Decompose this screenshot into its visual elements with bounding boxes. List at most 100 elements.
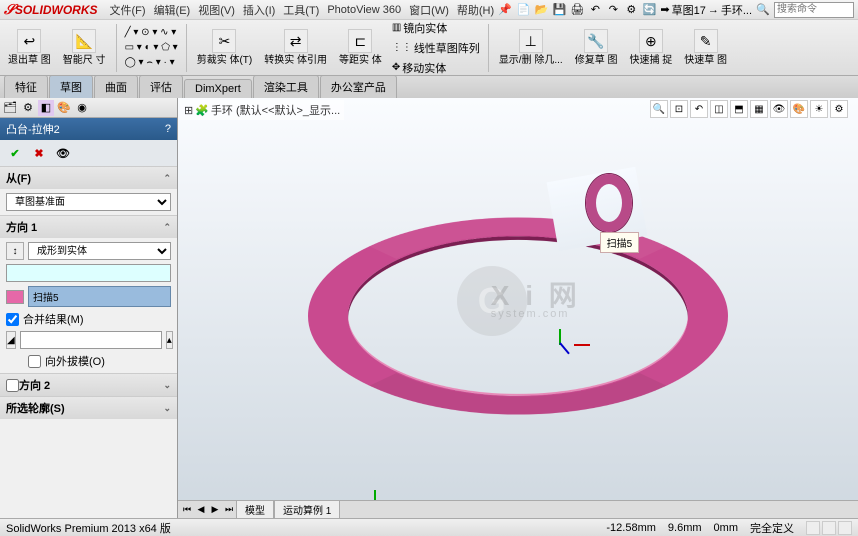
trim-button[interactable]: ✂剪裁实 体(T) <box>193 27 257 68</box>
tab-model[interactable]: 模型 <box>236 500 274 518</box>
dir1-type-select[interactable]: 成形到实体 <box>28 242 171 260</box>
cancel-button[interactable]: ✖ <box>30 144 48 162</box>
tab-prev-icon[interactable]: ◀ <box>194 504 208 515</box>
dir2-checkbox[interactable] <box>6 379 19 392</box>
from-plane-select[interactable]: 草图基准面 <box>6 193 171 211</box>
decals-icon[interactable]: ◉ <box>74 100 90 116</box>
tab-next-icon[interactable]: ▶ <box>208 504 222 515</box>
rebuild-icon[interactable]: 🔄 <box>642 3 656 17</box>
menu-tools[interactable]: 工具(T) <box>279 0 323 20</box>
breadcrumb-item[interactable]: 手环... <box>721 2 752 18</box>
spinner-up-icon[interactable]: ▴ <box>166 331 173 349</box>
menu-insert[interactable]: 插入(I) <box>239 0 279 20</box>
outward-checkbox[interactable] <box>28 355 41 368</box>
feature-tree-icon[interactable]: 🗂 <box>2 100 18 116</box>
rapid-sketch-button[interactable]: ✎快速草 图 <box>680 27 731 68</box>
appearance-vp-icon[interactable]: 🎨 <box>790 100 808 118</box>
config-icon[interactable]: ⚙ <box>20 100 36 116</box>
dir2-header[interactable]: 方向 2⌄ <box>0 374 177 396</box>
convert-button[interactable]: ⇄转换实 体引用 <box>260 27 331 68</box>
zoom-area-icon[interactable]: ⊡ <box>670 100 688 118</box>
merge-checkbox[interactable] <box>6 313 19 326</box>
help-icon[interactable]: ? <box>165 123 171 135</box>
prev-view-icon[interactable]: ↶ <box>690 100 708 118</box>
move-button[interactable]: ✥ 移动实体 <box>390 59 482 77</box>
redo-icon[interactable]: ↷ <box>606 3 620 17</box>
new-icon[interactable]: 📄 <box>516 3 530 17</box>
menu-file[interactable]: 文件(F) <box>106 0 150 20</box>
menu-edit[interactable]: 编辑(E) <box>150 0 195 20</box>
search-input[interactable] <box>774 2 854 18</box>
pin-icon[interactable]: 📌 <box>498 3 512 17</box>
status-icon-2[interactable] <box>822 521 836 535</box>
display-style-icon[interactable]: ▦ <box>750 100 768 118</box>
viewport-tree[interactable]: ⊞ 🧩 手环 (默认<<默认>_显示... <box>180 100 344 120</box>
viewport[interactable]: ⊞ 🧩 手环 (默认<<默认>_显示... 🔍 ⊡ ↶ ◫ ⬒ ▦ 👁 🎨 ☀ … <box>178 98 858 518</box>
undo-icon[interactable]: ↶ <box>588 3 602 17</box>
tab-first-icon[interactable]: ⏮ <box>180 504 194 515</box>
status-z: 0mm <box>714 522 738 534</box>
line-tool[interactable]: ╱ ▾ ⊙ ▾ ∿ ▾ <box>123 26 180 39</box>
chevron-down-icon: ⌄ <box>163 403 171 414</box>
breadcrumb-item[interactable]: 草图17 <box>672 2 706 18</box>
mirror-button[interactable]: ▥ 镜向实体 <box>390 19 482 37</box>
watermark-sub: system.com <box>491 308 570 320</box>
rect-tool[interactable]: ▭ ▾ ◐ ▾ ⬠ ▾ <box>123 41 180 54</box>
menu-view[interactable]: 视图(V) <box>194 0 239 20</box>
feature-title: 凸台-拉伸2 <box>6 121 60 137</box>
tab-sketch[interactable]: 草图 <box>49 75 93 98</box>
tab-last-icon[interactable]: ⏭ <box>222 504 236 515</box>
chevron-up-icon: ⌃ <box>163 173 171 184</box>
appearance-icon[interactable]: 🎨 <box>56 100 72 116</box>
menu-photoview[interactable]: PhotoView 360 <box>323 2 405 18</box>
tab-evaluate[interactable]: 评估 <box>139 75 183 98</box>
arrow-icon: ➡ <box>660 3 669 16</box>
linear-pattern-button[interactable]: ⋮⋮ 线性草图阵列 <box>390 39 482 57</box>
status-icon-3[interactable] <box>838 521 852 535</box>
print-icon[interactable]: 🖨 <box>570 3 584 17</box>
contours-header[interactable]: 所选轮廓(S)⌄ <box>0 397 177 419</box>
menu-window[interactable]: 窗口(W) <box>405 0 453 20</box>
merge-label: 合并结果(M) <box>23 311 84 327</box>
ok-button[interactable]: ✔ <box>6 144 24 162</box>
display-delete-button[interactable]: ⊥显示/删 除几... <box>495 27 567 68</box>
reverse-dir-icon[interactable]: ↕ <box>6 242 24 260</box>
options-icon[interactable]: ⚙ <box>624 3 638 17</box>
repair-button[interactable]: 🔧修复草 图 <box>571 27 622 68</box>
tab-feature[interactable]: 特征 <box>4 75 48 98</box>
dir1-header[interactable]: 方向 1⌃ <box>0 216 177 238</box>
zoom-fit-icon[interactable]: 🔍 <box>650 100 668 118</box>
selection-callout[interactable]: 扫描5 <box>600 232 640 253</box>
hide-show-icon[interactable]: 👁 <box>770 100 788 118</box>
section-icon[interactable]: ◫ <box>710 100 728 118</box>
circle-tool[interactable]: ◯ ▾ ⌢ ▾ · ▾ <box>123 56 180 69</box>
search-icon[interactable]: 🔍 <box>756 3 770 17</box>
draft-input[interactable] <box>20 331 162 349</box>
view-orient-icon[interactable]: ⬒ <box>730 100 748 118</box>
status-state: 完全定义 <box>750 520 794 536</box>
tab-dimxpert[interactable]: DimXpert <box>184 79 252 98</box>
dir1-selected-body[interactable]: 扫描5 <box>28 286 171 307</box>
quick-snap-button[interactable]: ⊕快速捕 捉 <box>626 27 677 68</box>
tab-surface[interactable]: 曲面 <box>94 75 138 98</box>
tab-motion[interactable]: 运动算例 1 <box>274 500 340 518</box>
draft-icon[interactable]: ◢ <box>6 331 16 349</box>
tab-office[interactable]: 办公室产品 <box>320 75 397 98</box>
expand-icon[interactable]: ⊞ <box>184 104 193 117</box>
exit-sketch-button[interactable]: ↩退出草 图 <box>4 27 55 68</box>
open-icon[interactable]: 📂 <box>534 3 548 17</box>
model-clasp[interactable] <box>586 174 632 232</box>
view-settings-icon[interactable]: ⚙ <box>830 100 848 118</box>
offset-button[interactable]: ⊏等距实 体 <box>335 27 386 68</box>
property-icon[interactable]: ◧ <box>38 100 54 116</box>
smart-dim-button[interactable]: 📐智能尺 寸 <box>59 27 110 68</box>
tab-render[interactable]: 渲染工具 <box>253 75 319 98</box>
preview-button[interactable]: 👁 <box>54 144 72 162</box>
save-icon[interactable]: 💾 <box>552 3 566 17</box>
dir1-vector-input[interactable] <box>6 264 171 282</box>
scene-icon[interactable]: ☀ <box>810 100 828 118</box>
menu-help[interactable]: 帮助(H) <box>453 0 498 20</box>
chevron-down-icon: ⌄ <box>163 380 171 391</box>
from-header[interactable]: 从(F)⌃ <box>0 167 177 189</box>
status-icon-1[interactable] <box>806 521 820 535</box>
